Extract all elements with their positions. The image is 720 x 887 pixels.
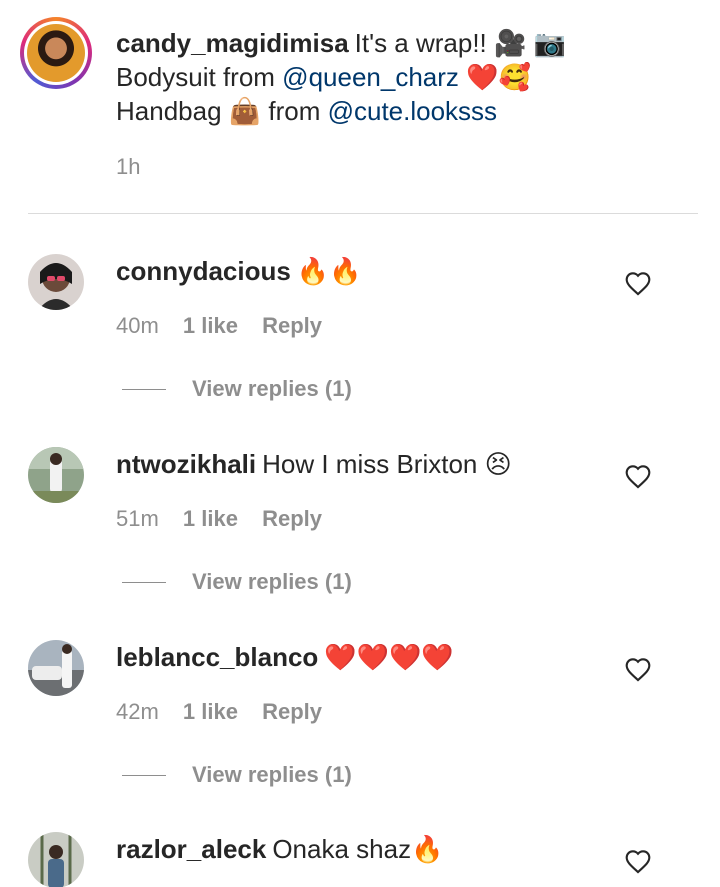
comment-text: How I miss Brixton 😣: [262, 449, 512, 479]
caption-text: candy_magidimisa It's a wrap!! 🎥 📷 Bodysu…: [116, 26, 696, 128]
comment-time: 42m: [116, 699, 159, 724]
caption-line2-prefix: Bodysuit from: [116, 62, 283, 92]
replies-dash: [122, 581, 166, 583]
comment-username[interactable]: ntwozikhali: [116, 449, 256, 479]
post-caption: candy_magidimisa It's a wrap!! 🎥 📷 Bodysu…: [0, 0, 720, 214]
view-replies-button[interactable]: View replies (1): [122, 762, 352, 788]
comment-text: Onaka shaz🔥: [272, 834, 444, 864]
reply-button[interactable]: Reply: [262, 506, 322, 531]
heart-outline-icon[interactable]: [624, 848, 652, 874]
comment-likes[interactable]: 1 like: [183, 506, 238, 531]
comment-username[interactable]: connydacious: [116, 256, 291, 286]
comment-time: 40m: [116, 313, 159, 338]
replies-dash: [122, 388, 166, 390]
heart-outline-icon[interactable]: [624, 656, 652, 682]
comment-time: 51m: [116, 506, 159, 531]
avatar-image: [27, 24, 85, 82]
heart-outline-icon[interactable]: [624, 463, 652, 489]
commenter-avatar[interactable]: [28, 254, 84, 310]
comment-meta: 40m 1 like Reply: [116, 313, 340, 339]
replies-dash: [122, 774, 166, 776]
reply-button[interactable]: Reply: [262, 313, 322, 338]
caption-username[interactable]: candy_magidimisa: [116, 28, 349, 58]
comment-meta: 42m 1 like Reply: [116, 699, 340, 725]
comment-username[interactable]: leblancc_blanco: [116, 642, 318, 672]
view-replies-button[interactable]: View replies (1): [122, 569, 352, 595]
view-replies-label: View replies (1): [192, 376, 352, 401]
comment-item: connydacious 🔥🔥 40m 1 like Reply View rep…: [0, 254, 720, 446]
comment-text: 🔥🔥: [296, 256, 362, 286]
reply-button[interactable]: Reply: [262, 699, 322, 724]
caption-timestamp: 1h: [116, 154, 141, 179]
commenter-avatar[interactable]: [28, 640, 84, 696]
commenter-avatar[interactable]: [28, 447, 84, 503]
view-replies-label: View replies (1): [192, 762, 352, 787]
comment-likes[interactable]: 1 like: [183, 313, 238, 338]
comment-item: ntwozikhali How I miss Brixton 😣 51m 1 li…: [0, 447, 720, 639]
comment-username[interactable]: razlor_aleck: [116, 834, 266, 864]
caption-avatar[interactable]: [20, 17, 92, 89]
view-replies-label: View replies (1): [192, 569, 352, 594]
comment-item: razlor_aleck Onaka shaz🔥: [0, 832, 720, 887]
view-replies-button[interactable]: View replies (1): [122, 376, 352, 402]
comment-text: ❤️❤️❤️❤️: [324, 642, 454, 672]
mention-link-queen-charz[interactable]: @queen_charz: [282, 62, 459, 92]
heart-outline-icon[interactable]: [624, 270, 652, 296]
caption-line2-suffix: ❤️🥰: [458, 62, 531, 92]
commenter-avatar[interactable]: [28, 832, 84, 887]
comment-meta: 51m 1 like Reply: [116, 506, 340, 532]
caption-line3-prefix: Handbag 👜 from: [116, 96, 328, 126]
mention-link-cute-looks[interactable]: @cute.looksss: [328, 96, 497, 126]
divider: [28, 213, 698, 214]
comment-item: leblancc_blanco ❤️❤️❤️❤️ 42m 1 like Reply…: [0, 640, 720, 832]
comment-likes[interactable]: 1 like: [183, 699, 238, 724]
caption-line1: It's a wrap!! 🎥 📷: [354, 28, 566, 58]
